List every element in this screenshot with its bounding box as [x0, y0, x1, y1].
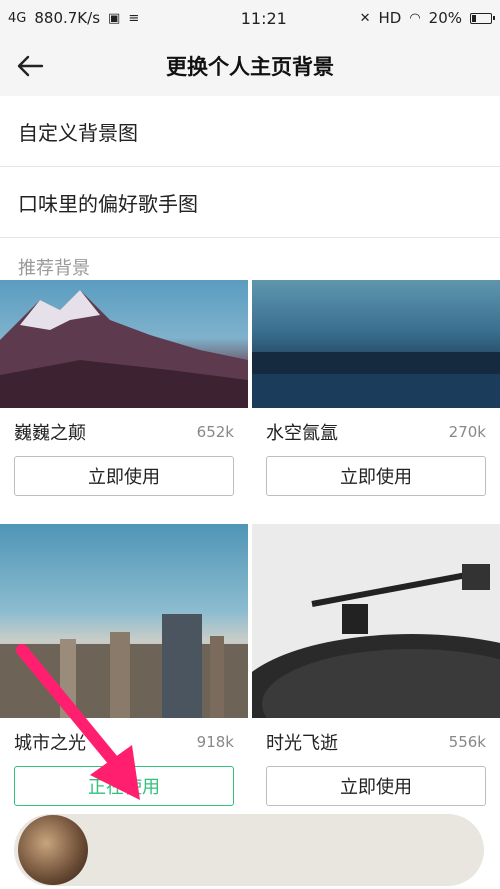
- background-meta: 城市之光 918k: [0, 718, 248, 766]
- in-use-button[interactable]: 正在使用: [14, 766, 234, 806]
- sd-card-icon: ▣: [108, 10, 121, 26]
- app-header: 更换个人主页背景: [0, 36, 500, 96]
- mini-player[interactable]: [14, 814, 484, 886]
- battery-percent: 20%: [428, 9, 462, 27]
- favorite-singer-option[interactable]: 口味里的偏好歌手图: [0, 167, 500, 238]
- page-title: 更换个人主页背景: [166, 55, 334, 79]
- background-thumbnail[interactable]: [0, 280, 248, 408]
- turntable-image: [252, 564, 500, 718]
- background-name: 城市之光: [14, 733, 86, 754]
- storage-icon: ≡: [128, 10, 140, 26]
- use-now-button[interactable]: 立即使用: [14, 456, 234, 496]
- background-thumbnail[interactable]: [0, 524, 248, 718]
- clock: 11:21: [240, 8, 287, 28]
- album-cover[interactable]: [18, 815, 88, 885]
- use-now-button[interactable]: 立即使用: [266, 766, 486, 806]
- background-thumbnail[interactable]: [252, 524, 500, 718]
- speed-indicator: 880.7K/s: [34, 9, 101, 27]
- background-name: 时光飞逝: [266, 733, 338, 754]
- background-card: 巍巍之颠 652k 立即使用: [0, 280, 248, 496]
- status-right: ✕ HD ◠ 20%: [359, 9, 495, 27]
- mute-icon: ✕: [359, 10, 371, 26]
- background-thumbnail[interactable]: [252, 280, 500, 408]
- back-arrow-icon[interactable]: [14, 50, 46, 82]
- background-meta: 时光飞逝 556k: [252, 718, 500, 766]
- usage-count: 652k: [196, 423, 234, 441]
- background-card: 时光飞逝 556k 立即使用: [252, 524, 500, 806]
- custom-background-option[interactable]: 自定义背景图: [0, 96, 500, 167]
- mountain-image: [0, 290, 248, 408]
- background-name: 水空氤氲: [266, 423, 338, 444]
- battery-icon: [470, 12, 495, 24]
- hd-indicator: HD: [378, 9, 402, 27]
- background-meta: 水空氤氲 270k: [252, 408, 500, 456]
- status-bar: 4G 880.7K/s ▣ ≡ 11:21 ✕ HD ◠ 20%: [0, 0, 500, 36]
- section-title: 推荐背景: [18, 258, 90, 279]
- usage-count: 556k: [448, 733, 486, 751]
- usage-count: 918k: [196, 733, 234, 751]
- background-card: 城市之光 918k 正在使用: [0, 524, 248, 806]
- use-now-button[interactable]: 立即使用: [266, 456, 486, 496]
- city-image: [0, 614, 248, 718]
- background-name: 巍巍之颠: [14, 423, 86, 444]
- background-meta: 巍巍之颠 652k: [0, 408, 248, 456]
- background-card: 水空氤氲 270k 立即使用: [252, 280, 500, 496]
- usage-count: 270k: [448, 423, 486, 441]
- lake-image: [252, 352, 500, 408]
- wifi-icon: ◠: [409, 10, 421, 26]
- network-indicator: 4G: [8, 10, 27, 26]
